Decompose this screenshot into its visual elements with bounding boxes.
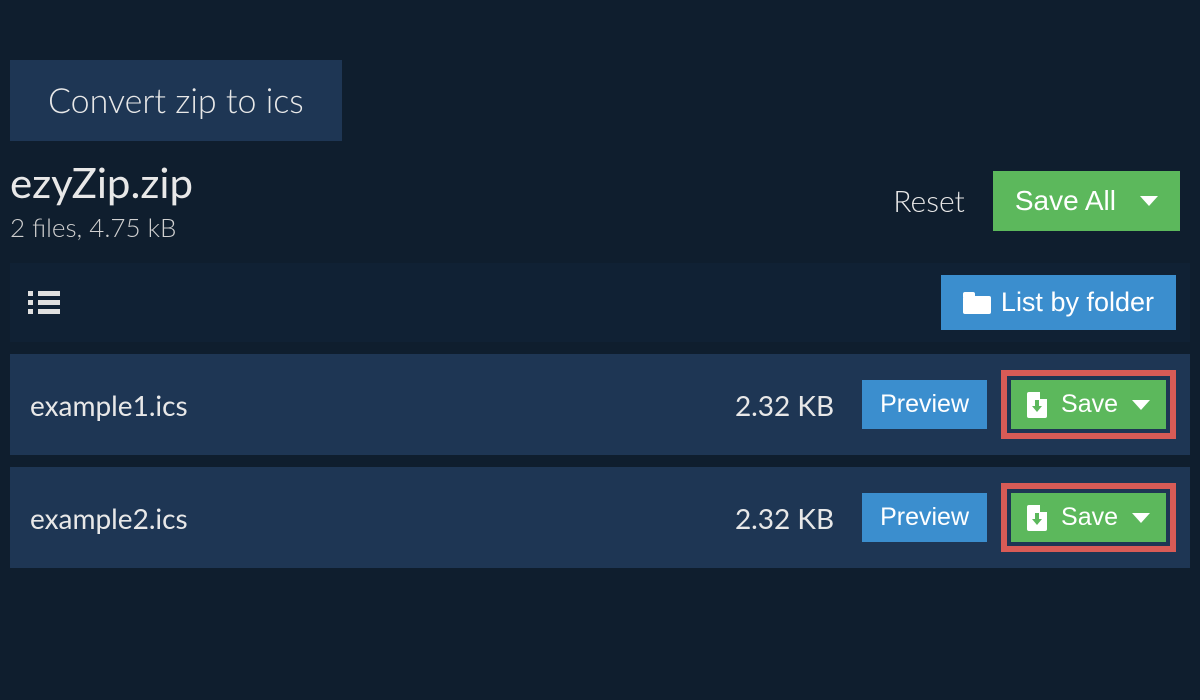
file-row: example1.ics 2.32 KB Preview Save <box>10 354 1190 455</box>
file-size: 2.32 KB <box>735 388 834 422</box>
file-name: example1.ics <box>30 388 735 422</box>
list-by-folder-label: List by folder <box>1001 287 1154 318</box>
reset-link[interactable]: Reset <box>893 183 965 219</box>
list-icon[interactable] <box>24 287 64 318</box>
file-actions: Preview Save <box>862 483 1176 552</box>
list-toolbar: List by folder <box>10 263 1190 342</box>
file-name: example2.ics <box>30 501 735 535</box>
header-right: Reset Save All <box>893 171 1180 231</box>
save-label: Save <box>1061 390 1118 419</box>
archive-name: ezyZip.zip <box>10 159 193 205</box>
file-list-area: List by folder example1.ics 2.32 KB Prev… <box>0 263 1200 568</box>
chevron-down-icon <box>1132 513 1150 523</box>
list-by-folder-button[interactable]: List by folder <box>941 275 1176 330</box>
highlight-box: Save <box>1001 483 1176 552</box>
highlight-box: Save <box>1001 370 1176 439</box>
file-download-icon <box>1027 392 1047 418</box>
tab-convert[interactable]: Convert zip to ics <box>10 60 342 141</box>
file-row: example2.ics 2.32 KB Preview Save <box>10 467 1190 568</box>
chevron-down-icon <box>1132 400 1150 410</box>
save-button[interactable]: Save <box>1011 380 1166 429</box>
tab-bar: Convert zip to ics <box>0 0 1200 141</box>
preview-label: Preview <box>880 503 969 532</box>
file-actions: Preview Save <box>862 370 1176 439</box>
preview-label: Preview <box>880 390 969 419</box>
chevron-down-icon <box>1140 196 1158 206</box>
file-download-icon <box>1027 505 1047 531</box>
file-size: 2.32 KB <box>735 501 834 535</box>
preview-button[interactable]: Preview <box>862 380 987 429</box>
save-all-label: Save All <box>1015 185 1116 217</box>
header: ezyZip.zip 2 files, 4.75 kB Reset Save A… <box>0 141 1200 263</box>
preview-button[interactable]: Preview <box>862 493 987 542</box>
header-left: ezyZip.zip 2 files, 4.75 kB <box>10 159 193 243</box>
archive-meta: 2 files, 4.75 kB <box>10 211 193 243</box>
save-all-button[interactable]: Save All <box>993 171 1180 231</box>
save-button[interactable]: Save <box>1011 493 1166 542</box>
tab-label: Convert zip to ics <box>48 80 304 121</box>
folder-open-icon <box>963 292 991 314</box>
save-label: Save <box>1061 503 1118 532</box>
